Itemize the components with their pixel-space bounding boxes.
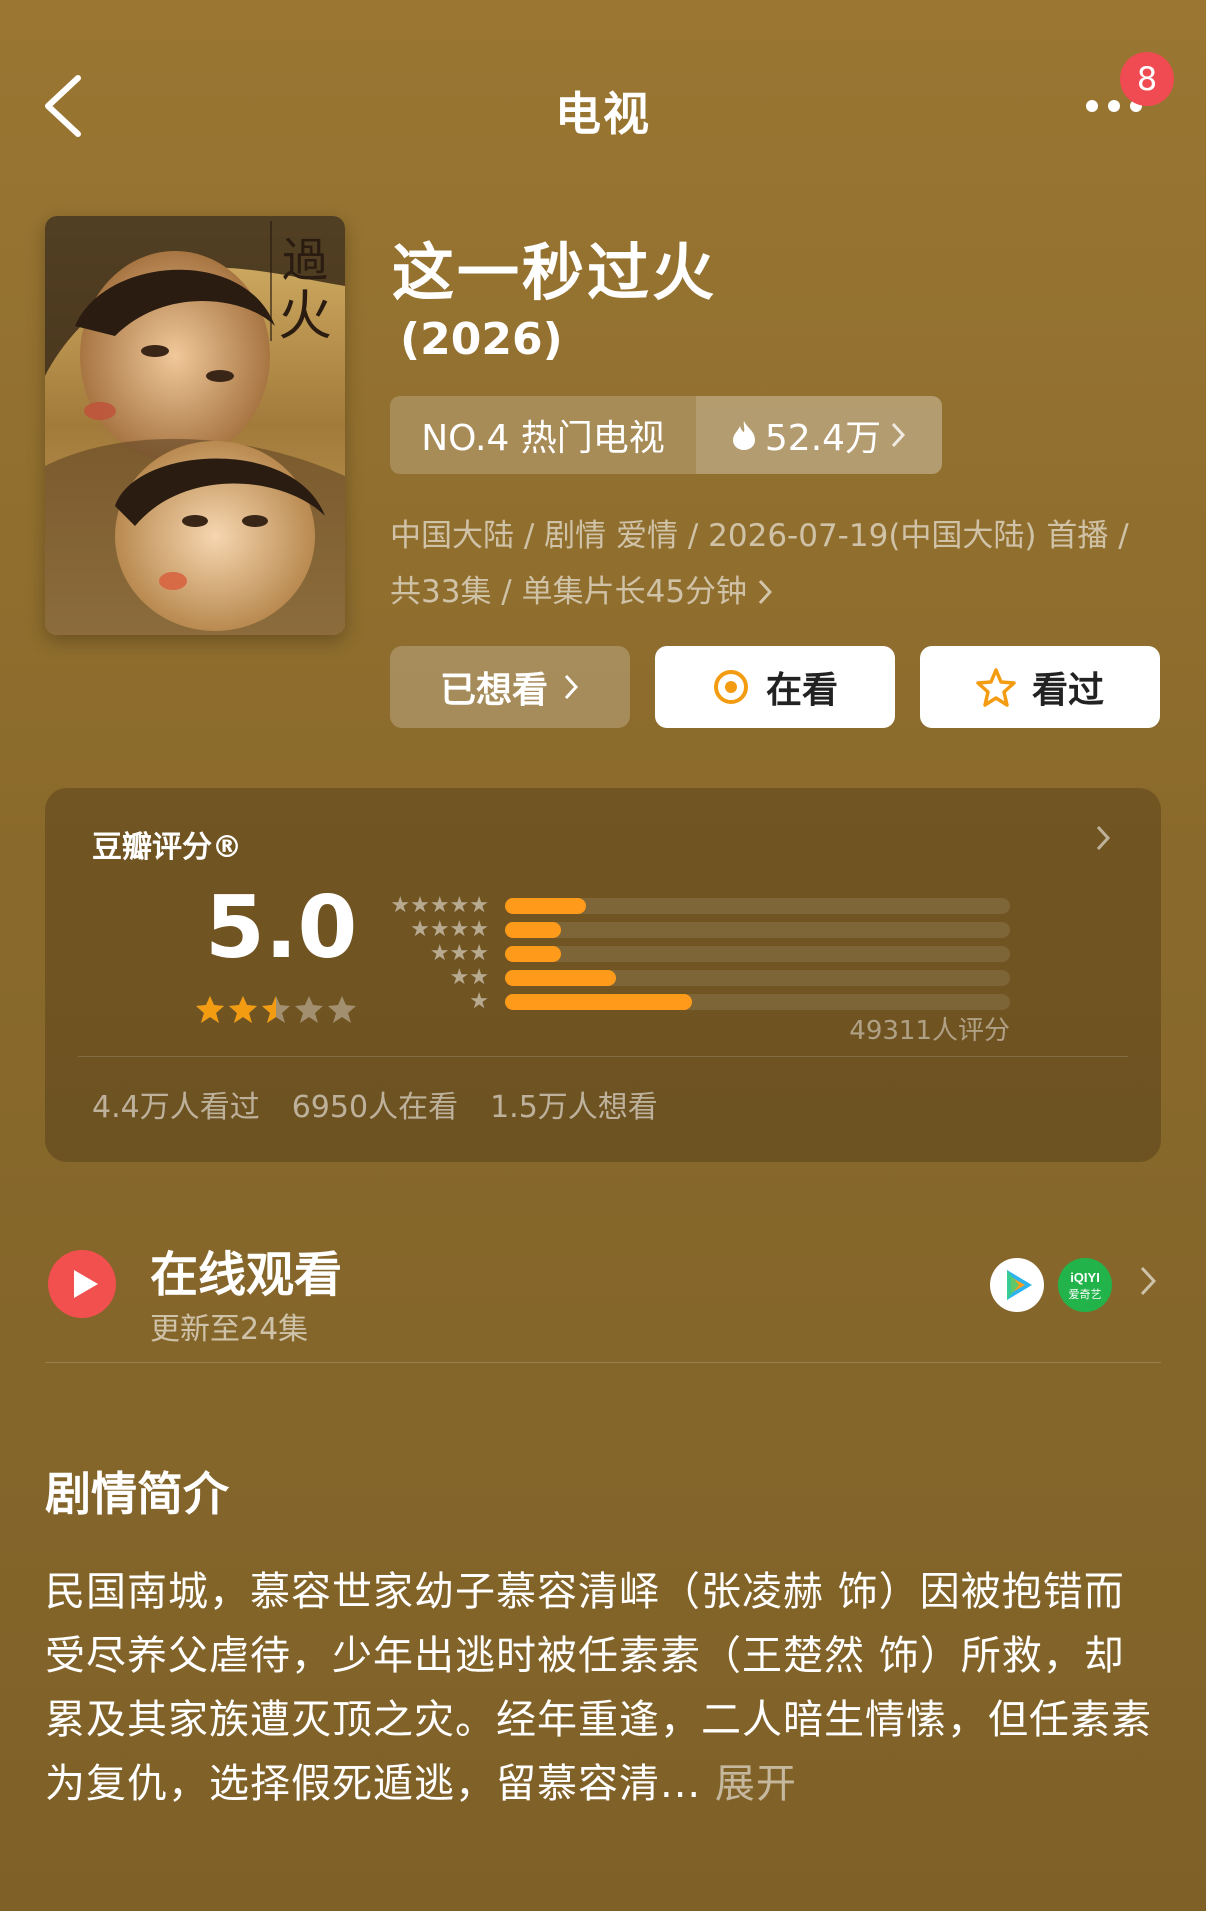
- rating-star: [196, 996, 224, 1023]
- page-title: 电视: [555, 87, 651, 141]
- show-year: (2026): [400, 314, 563, 365]
- rank-label: NO.4 热门电视: [421, 418, 665, 459]
- watched-button[interactable]: 看过: [920, 646, 1160, 728]
- rating-star: [229, 996, 257, 1023]
- rating-star: [295, 996, 323, 1023]
- svg-text:過: 過: [282, 233, 328, 287]
- synopsis-text: 民国南城，慕容世家幼子慕容清峄（张凌赫 饰）因被抱错而受尽养父虐待，少年出逃时被…: [45, 1560, 1155, 1816]
- watching-label: 在看: [765, 670, 838, 711]
- stat-watching: 6950人在看: [291, 1090, 459, 1125]
- stat-wish: 1.5万人想看: [490, 1090, 658, 1125]
- dist-stars-label: ★★★★: [410, 917, 489, 942]
- meta-line-2: 共33集 / 单集片长45分钟: [390, 574, 748, 610]
- show-meta[interactable]: 中国大陆 / 剧情 爱情 / 2026-07-19(中国大陆) 首播 / 共33…: [390, 508, 1170, 620]
- heat-section[interactable]: 52.4万: [696, 396, 942, 474]
- divider: [45, 1362, 1161, 1363]
- star-outline-icon: [976, 668, 1016, 707]
- rating-star: [328, 996, 356, 1023]
- notification-badge: 8: [1120, 52, 1174, 106]
- wish-button[interactable]: 已想看: [390, 646, 630, 728]
- online-watch-title: 在线观看: [150, 1247, 343, 1303]
- synopsis-heading: 剧情简介: [45, 1467, 229, 1521]
- dist-bar-fill: [505, 898, 586, 914]
- expand-link[interactable]: 展开: [715, 1761, 797, 1807]
- chevron-right-icon: [1096, 825, 1111, 851]
- rank-pill[interactable]: NO.4 热门电视 52.4万: [390, 396, 942, 474]
- rating-stats: 4.4万人看过 6950人在看 1.5万人想看: [92, 1082, 658, 1126]
- online-watch-subtitle: 更新至24集: [150, 1312, 309, 1347]
- dist-bar-fill: [505, 946, 561, 962]
- show-title: 这一秒过火: [392, 236, 718, 309]
- dist-bar-fill: [505, 994, 692, 1010]
- target-circle-icon: [713, 670, 748, 704]
- chevron-right-icon: [891, 422, 906, 448]
- dist-bar-track: [505, 922, 1010, 938]
- dist-stars-label: ★★★: [429, 941, 489, 966]
- chevron-right-icon: [564, 674, 579, 700]
- dist-stars-label: ★★★★★: [390, 893, 489, 918]
- watching-button[interactable]: 在看: [655, 646, 895, 728]
- flame-icon: [732, 421, 755, 450]
- rating-star: [262, 996, 290, 1023]
- poster-art: 過 火: [45, 216, 345, 635]
- dist-bar-fill: [505, 970, 616, 986]
- poster-image[interactable]: 過 火: [45, 216, 345, 635]
- dist-stars-label: ★: [469, 989, 489, 1014]
- wish-label: 已想看: [439, 670, 548, 711]
- divider: [78, 1056, 1128, 1057]
- svg-text:火: 火: [278, 284, 332, 347]
- dist-bar-track: [505, 898, 1010, 914]
- synopsis-body: 民国南城，慕容世家幼子慕容清峄（张凌赫 饰）因被抱错而受尽养父虐待，少年出逃时被…: [45, 1569, 1152, 1807]
- heat-value: 52.4万: [764, 418, 882, 459]
- dist-bar-track: [505, 970, 1010, 986]
- rating-chevron-icon[interactable]: [1094, 822, 1112, 862]
- dist-bar-track: [505, 994, 1010, 1010]
- rating-count: 49311人评分: [849, 1016, 1010, 1046]
- star-rating-icon: [196, 996, 356, 1023]
- iqiyi-icon: iQIYI 爱奇艺: [1058, 1258, 1112, 1312]
- watched-label: 看过: [1031, 670, 1104, 711]
- rating-stars: [195, 994, 365, 1034]
- rating-label: 豆瓣评分®: [92, 830, 242, 865]
- chevron-right-icon: [1140, 1266, 1157, 1296]
- stat-watched: 4.4万人看过: [92, 1090, 260, 1125]
- dist-bar-track: [505, 946, 1010, 962]
- chevron-right-icon: [758, 579, 773, 605]
- dist-bar-fill: [505, 922, 561, 938]
- meta-line-1: 中国大陆 / 剧情 爱情 / 2026-07-19(中国大陆) 首播 /: [390, 518, 1129, 554]
- iqiyi-logo-sub: 爱奇艺: [1069, 1288, 1102, 1301]
- dist-stars-label: ★★: [449, 965, 489, 990]
- rating-score: 5.0: [205, 878, 358, 978]
- play-icon: [48, 1250, 116, 1318]
- online-watch-chevron[interactable]: [1138, 1262, 1158, 1308]
- iqiyi-logo-text: iQIYI: [1070, 1270, 1100, 1285]
- tencent-video-icon: [990, 1258, 1044, 1312]
